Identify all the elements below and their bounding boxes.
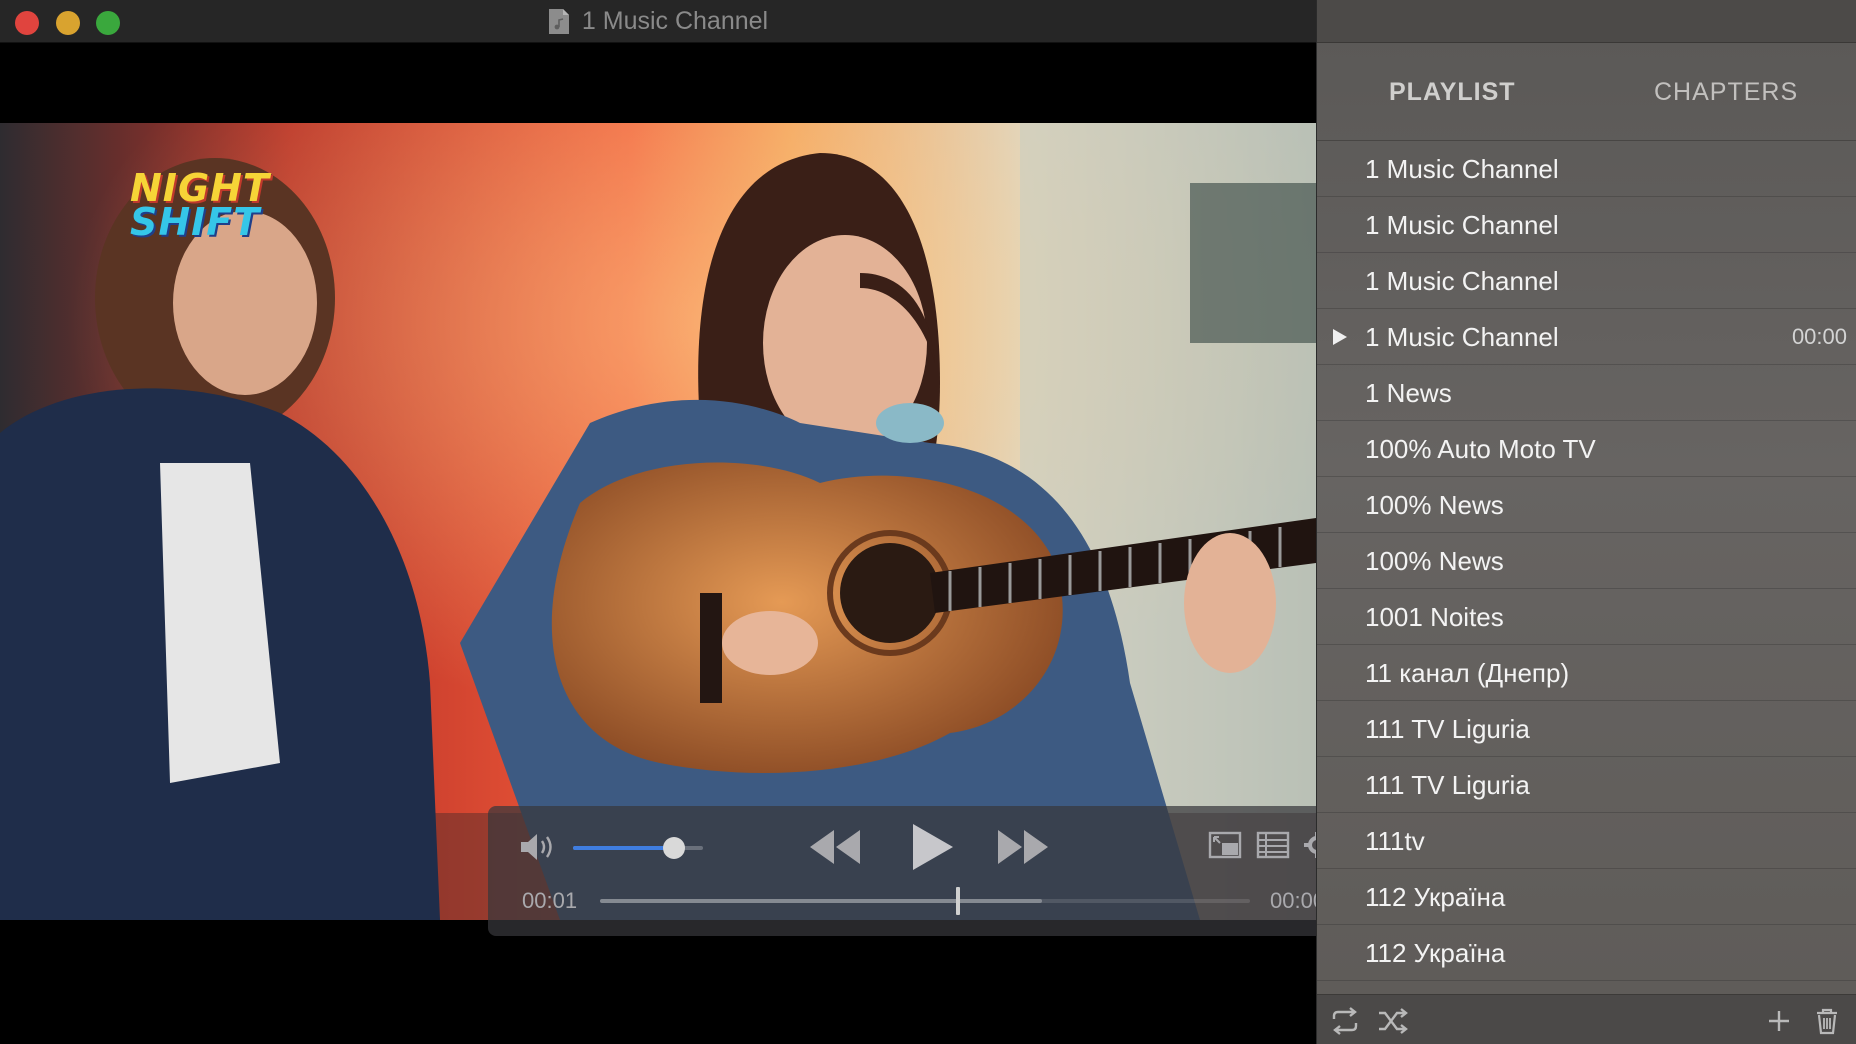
title-bar[interactable]: 1 Music Channel (0, 0, 1316, 43)
trash-icon[interactable] (1811, 1007, 1843, 1035)
playlist-item-name: 111tv (1365, 826, 1425, 856)
playlist-item-name: 112 Україна (1365, 938, 1506, 968)
window-title-group: 1 Music Channel (0, 0, 1316, 43)
add-icon[interactable] (1763, 1007, 1795, 1035)
logo-line-2: SHIFT (130, 200, 261, 244)
playlist-list: 1 Music Channel 1 Music Channel 1 Music Ch… (1317, 141, 1856, 981)
playlist-footer (1317, 994, 1856, 1044)
volume-slider-knob[interactable] (663, 837, 686, 859)
channel-logo: NIGHT SHIFT (130, 169, 270, 244)
playlist-item-name: 1 Music Channel (1365, 210, 1559, 240)
playlist-item[interactable]: 1 Music Channel (1317, 141, 1856, 197)
playlist-item-name: 1001 Noites (1365, 602, 1504, 632)
playlist-item-name: 1 Music Channel (1365, 322, 1559, 352)
volume-slider[interactable] (573, 837, 703, 859)
player-window: 1 Music Channel NIGHT SHIFT 00:01 00:0 P… (0, 0, 1856, 1044)
playlist-item-duration: 00:00 (1791, 324, 1847, 349)
playlist-item-name: 1 Music Channel (1365, 154, 1559, 184)
settings-gear-icon[interactable] (1302, 830, 1316, 860)
media-file-icon (548, 9, 569, 34)
sidebar-tabs: PLAYLIST CHAPTERS (1317, 43, 1856, 141)
playlist-item[interactable]: 112 Україна (1317, 869, 1856, 925)
playlist-item-name: 100% Auto Moto TV (1365, 434, 1596, 464)
play-icon[interactable] (903, 820, 959, 874)
video-frame[interactable]: NIGHT SHIFT (0, 123, 1316, 920)
playlist-item[interactable]: 1001 Noites (1317, 589, 1856, 645)
seek-bar[interactable] (600, 887, 1250, 915)
playlist-item-name: 100% News (1365, 490, 1504, 520)
rewind-icon[interactable] (808, 828, 862, 866)
fast-forward-icon[interactable] (996, 828, 1050, 866)
playlist-item-name: 1 News (1365, 378, 1452, 408)
playlist-item[interactable]: 1 Music Channel 00:00 (1317, 309, 1856, 365)
video-area[interactable]: NIGHT SHIFT 00:01 00:0 (0, 43, 1316, 1044)
playlist-item-name: 11 канал (Днепр) (1365, 658, 1570, 688)
playlist-item[interactable]: 100% Auto Moto TV (1317, 421, 1856, 477)
playlist-item[interactable]: 111 TV Liguria (1317, 757, 1856, 813)
playlist-item-name: 1 Music Channel (1365, 266, 1559, 296)
playlist-item[interactable]: 1 Music Channel (1317, 253, 1856, 309)
playlist-item-name: 111 TV Liguria (1365, 770, 1530, 800)
repeat-icon[interactable] (1329, 1007, 1361, 1035)
playlist-item-name: 100% News (1365, 546, 1504, 576)
playlist-item[interactable]: 100% News (1317, 533, 1856, 589)
playlist-toggle-icon[interactable] (1256, 830, 1290, 860)
volume-slider-fill (573, 846, 675, 850)
picture-in-picture-icon[interactable] (1208, 830, 1242, 860)
playlist-sidebar: PLAYLIST CHAPTERS 1 Music Channel 1 Music… (1316, 0, 1856, 1044)
playlist-item[interactable]: 100% News (1317, 477, 1856, 533)
seek-bar-buffered (600, 899, 1042, 903)
sidebar-title-strip (1317, 0, 1856, 43)
current-time: 00:01 (522, 888, 578, 913)
playback-controls[interactable]: 00:01 00:00 (488, 806, 1316, 936)
total-time: 00:00 (1270, 888, 1316, 913)
playlist-item[interactable]: 111 TV Liguria (1317, 701, 1856, 757)
playlist-item-name: 112 Україна (1365, 882, 1506, 912)
volume-icon[interactable] (518, 831, 558, 863)
playlist-item[interactable]: 1 Music Channel (1317, 197, 1856, 253)
now-playing-icon (1333, 329, 1347, 345)
playlist-item[interactable]: 1 News (1317, 365, 1856, 421)
playlist-item-name: 111 TV Liguria (1365, 714, 1530, 744)
tab-chapters[interactable]: CHAPTERS (1654, 78, 1798, 107)
window-title: 1 Music Channel (581, 7, 769, 35)
shuffle-icon[interactable] (1377, 1007, 1409, 1035)
tab-playlist[interactable]: PLAYLIST (1389, 78, 1516, 107)
playlist-item[interactable]: 111tv (1317, 813, 1856, 869)
playlist-item[interactable]: 112 Україна (1317, 925, 1856, 981)
seek-bar-playhead[interactable] (955, 887, 960, 915)
playlist-item[interactable]: 11 канал (Днепр) (1317, 645, 1856, 701)
